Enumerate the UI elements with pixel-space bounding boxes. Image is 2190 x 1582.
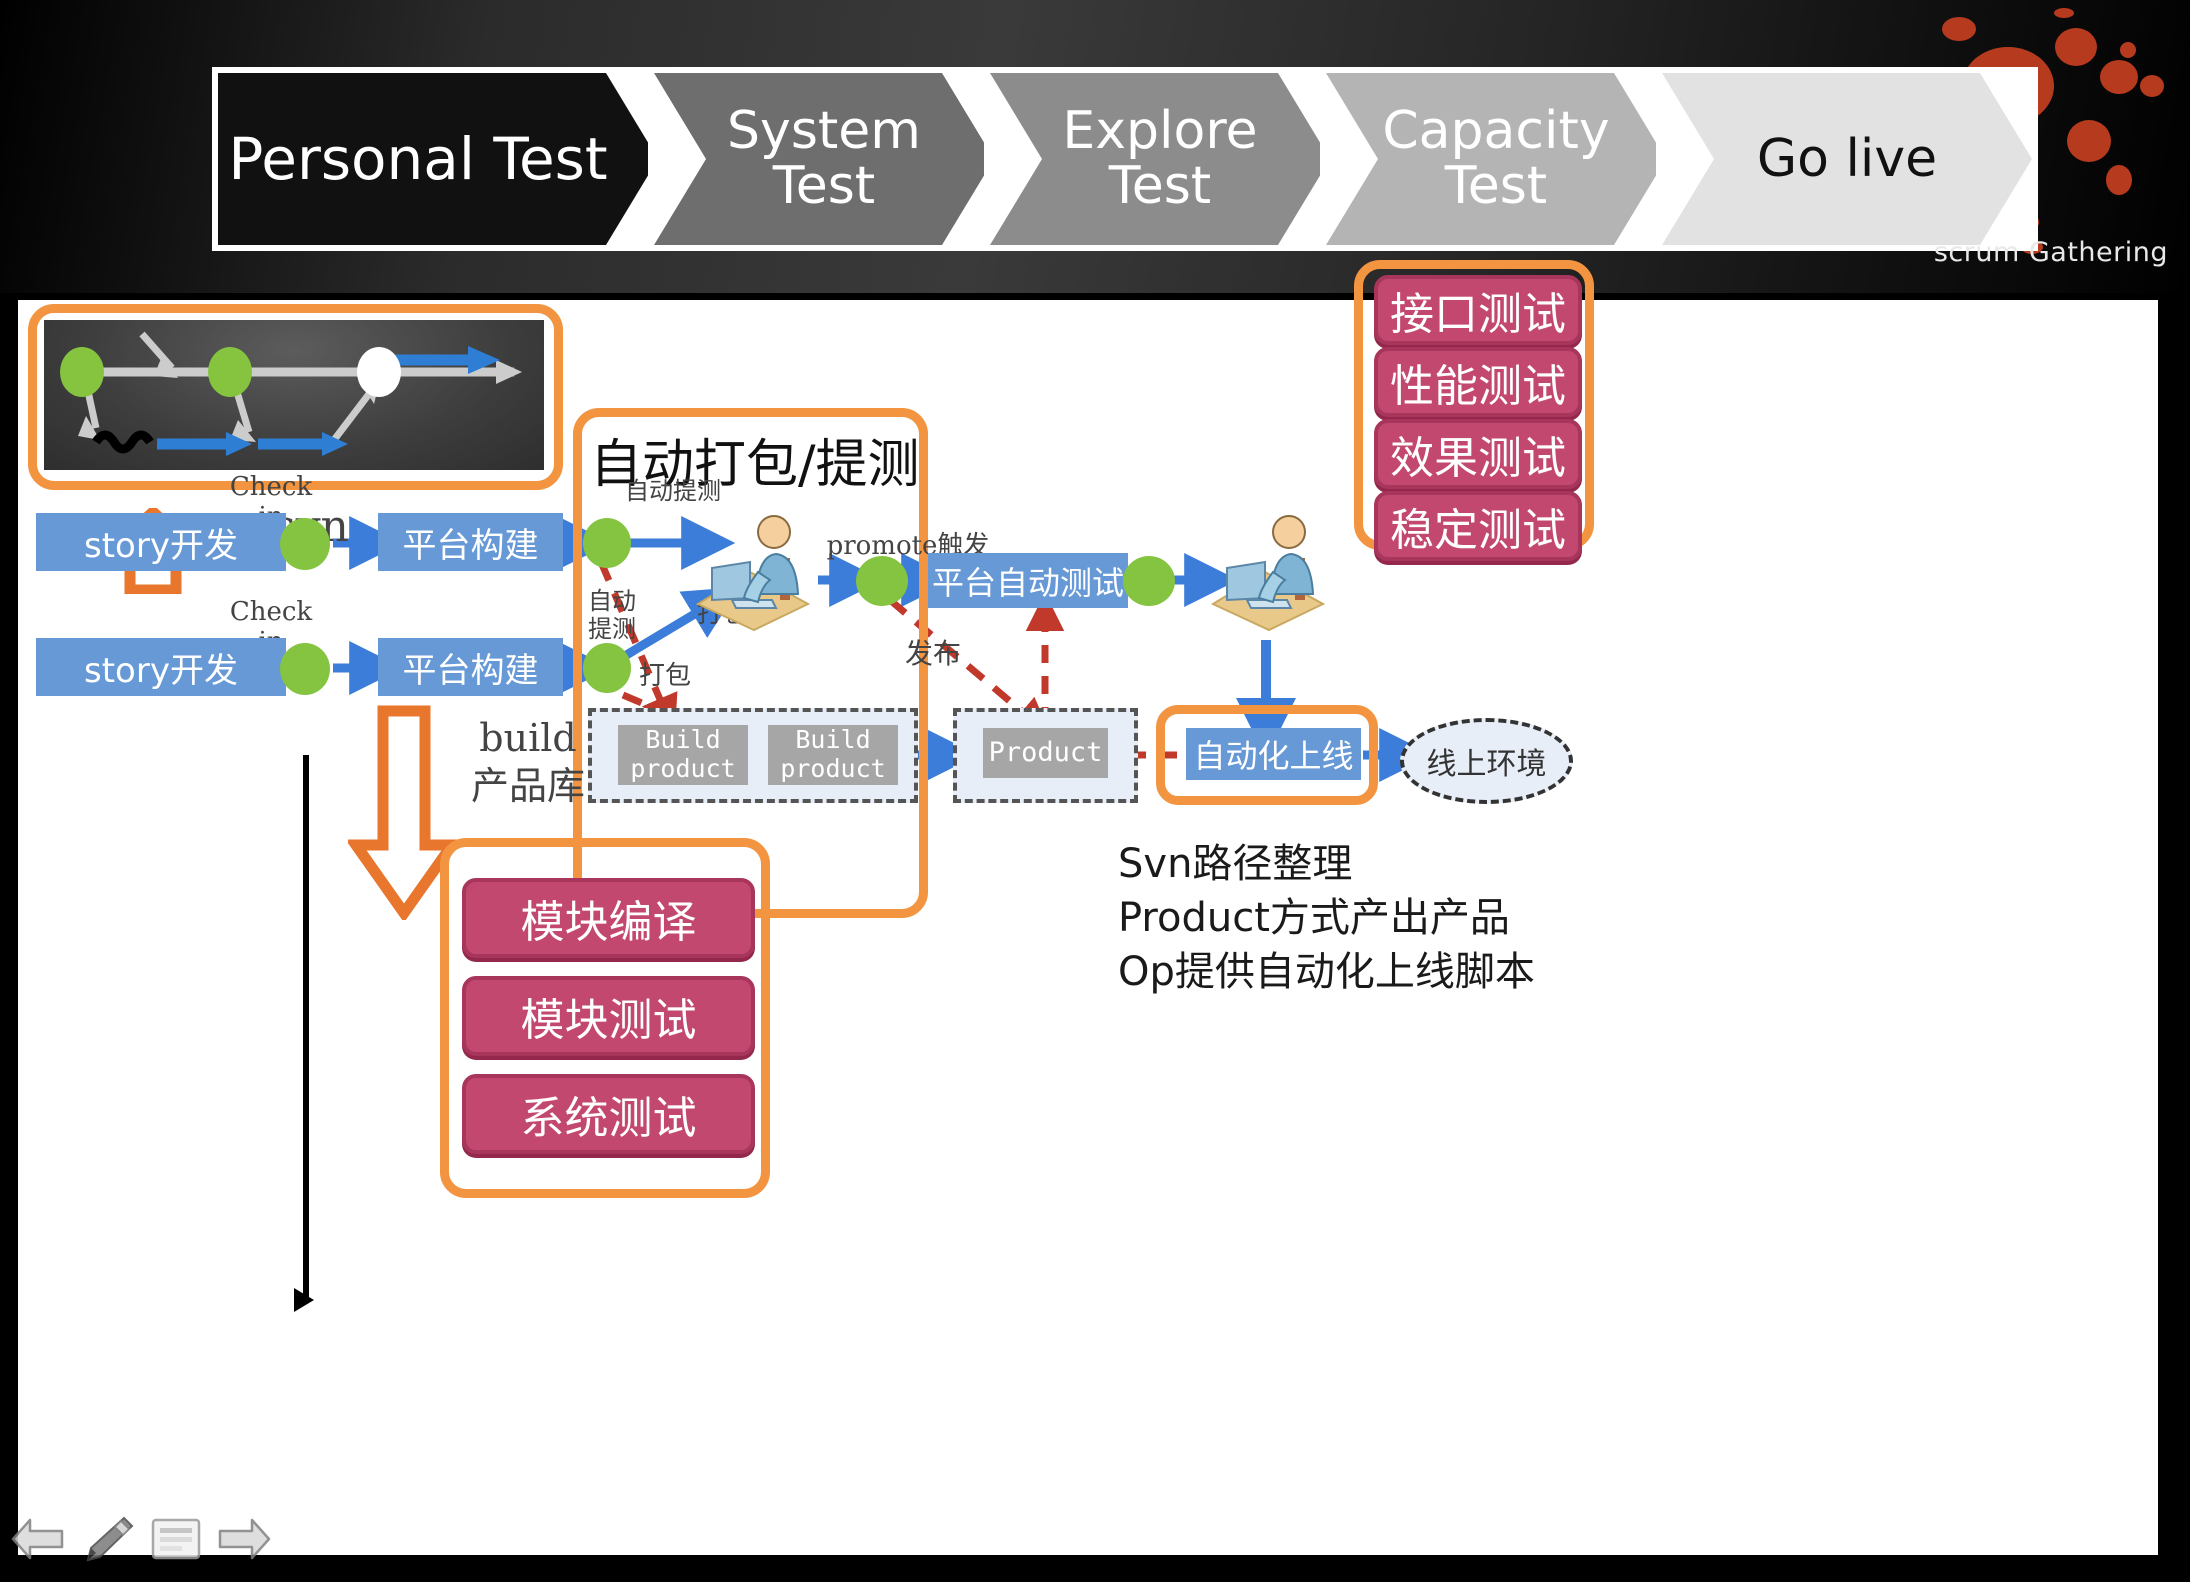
- test-type-2[interactable]: 效果测试: [1374, 419, 1582, 489]
- module-step-2[interactable]: 系统测试: [462, 1074, 755, 1154]
- header-banner: Personal Test System Test Explore Test C…: [0, 0, 2190, 293]
- build-output-dot-1: [583, 518, 631, 568]
- module-step-1[interactable]: 模块测试: [462, 976, 755, 1056]
- test-type-3[interactable]: 稳定测试: [1374, 491, 1582, 561]
- story-dev-box-2[interactable]: story开发: [36, 638, 286, 696]
- stage-explore-test[interactable]: Explore Test: [984, 67, 1336, 251]
- git-graph-svg: [60, 331, 522, 456]
- stage-capacity-test[interactable]: Capacity Test: [1320, 67, 1672, 251]
- auto-deploy-box[interactable]: 自动化上线: [1186, 728, 1361, 780]
- stage-go-live[interactable]: Go live: [1656, 67, 2038, 251]
- story-dev-box-1[interactable]: story开发: [36, 513, 286, 571]
- slide-canvas: svn Check in Check in story开发 story开发 平台…: [18, 260, 2158, 1555]
- auto-submit-label-top: 自动提测: [625, 477, 721, 505]
- stage-label: Explore Test: [1062, 101, 1258, 216]
- stage-label: Personal Test: [228, 125, 608, 193]
- test-type-1[interactable]: 性能测试: [1374, 347, 1582, 417]
- commit-dot-2: [280, 643, 330, 695]
- build-repo-label: build 产品库: [470, 716, 585, 808]
- test-type-0[interactable]: 接口测试: [1374, 275, 1582, 345]
- menu-icon[interactable]: [150, 1516, 202, 1566]
- product-box: Product: [983, 728, 1108, 778]
- promote-dot: [856, 556, 908, 606]
- left-arrow-icon[interactable]: [10, 1516, 66, 1566]
- package-label-2: 打包: [638, 661, 691, 691]
- stage-label: System Test: [727, 101, 921, 216]
- build-product-2: Build product: [768, 725, 898, 785]
- commit-dot-1: [280, 518, 330, 570]
- tester-person-1: [688, 512, 818, 636]
- autotest-output-dot: [1123, 556, 1175, 606]
- pen-icon[interactable]: [80, 1515, 136, 1567]
- auto-submit-label-bottom: 自动 提测: [588, 587, 636, 643]
- slide-navigation-bar: [10, 1510, 272, 1572]
- stage-label: Capacity Test: [1382, 101, 1610, 216]
- notes-text: Svn路径整理 Product方式产出产品 Op提供自动化上线脚本: [1118, 841, 1535, 995]
- build-product-1: Build product: [618, 725, 748, 785]
- stage-chevrons: Personal Test System Test Explore Test C…: [212, 67, 2038, 251]
- platform-auto-test-box[interactable]: 平台自动测试: [928, 553, 1128, 608]
- stage-personal-test[interactable]: Personal Test: [212, 67, 664, 251]
- git-graph-thumbnail: [44, 320, 544, 470]
- module-step-0[interactable]: 模块编译: [462, 878, 755, 958]
- stage-label: Go live: [1756, 129, 1938, 189]
- platform-build-box-2[interactable]: 平台构建: [378, 638, 563, 696]
- stage-system-test[interactable]: System Test: [648, 67, 1000, 251]
- online-environment: 线上环境: [1400, 718, 1573, 804]
- build-output-dot-2: [583, 643, 631, 693]
- tester-person-2: [1203, 512, 1333, 636]
- right-arrow-icon[interactable]: [216, 1516, 272, 1566]
- platform-build-box-1[interactable]: 平台构建: [378, 513, 563, 571]
- release-label: 发布: [904, 637, 961, 670]
